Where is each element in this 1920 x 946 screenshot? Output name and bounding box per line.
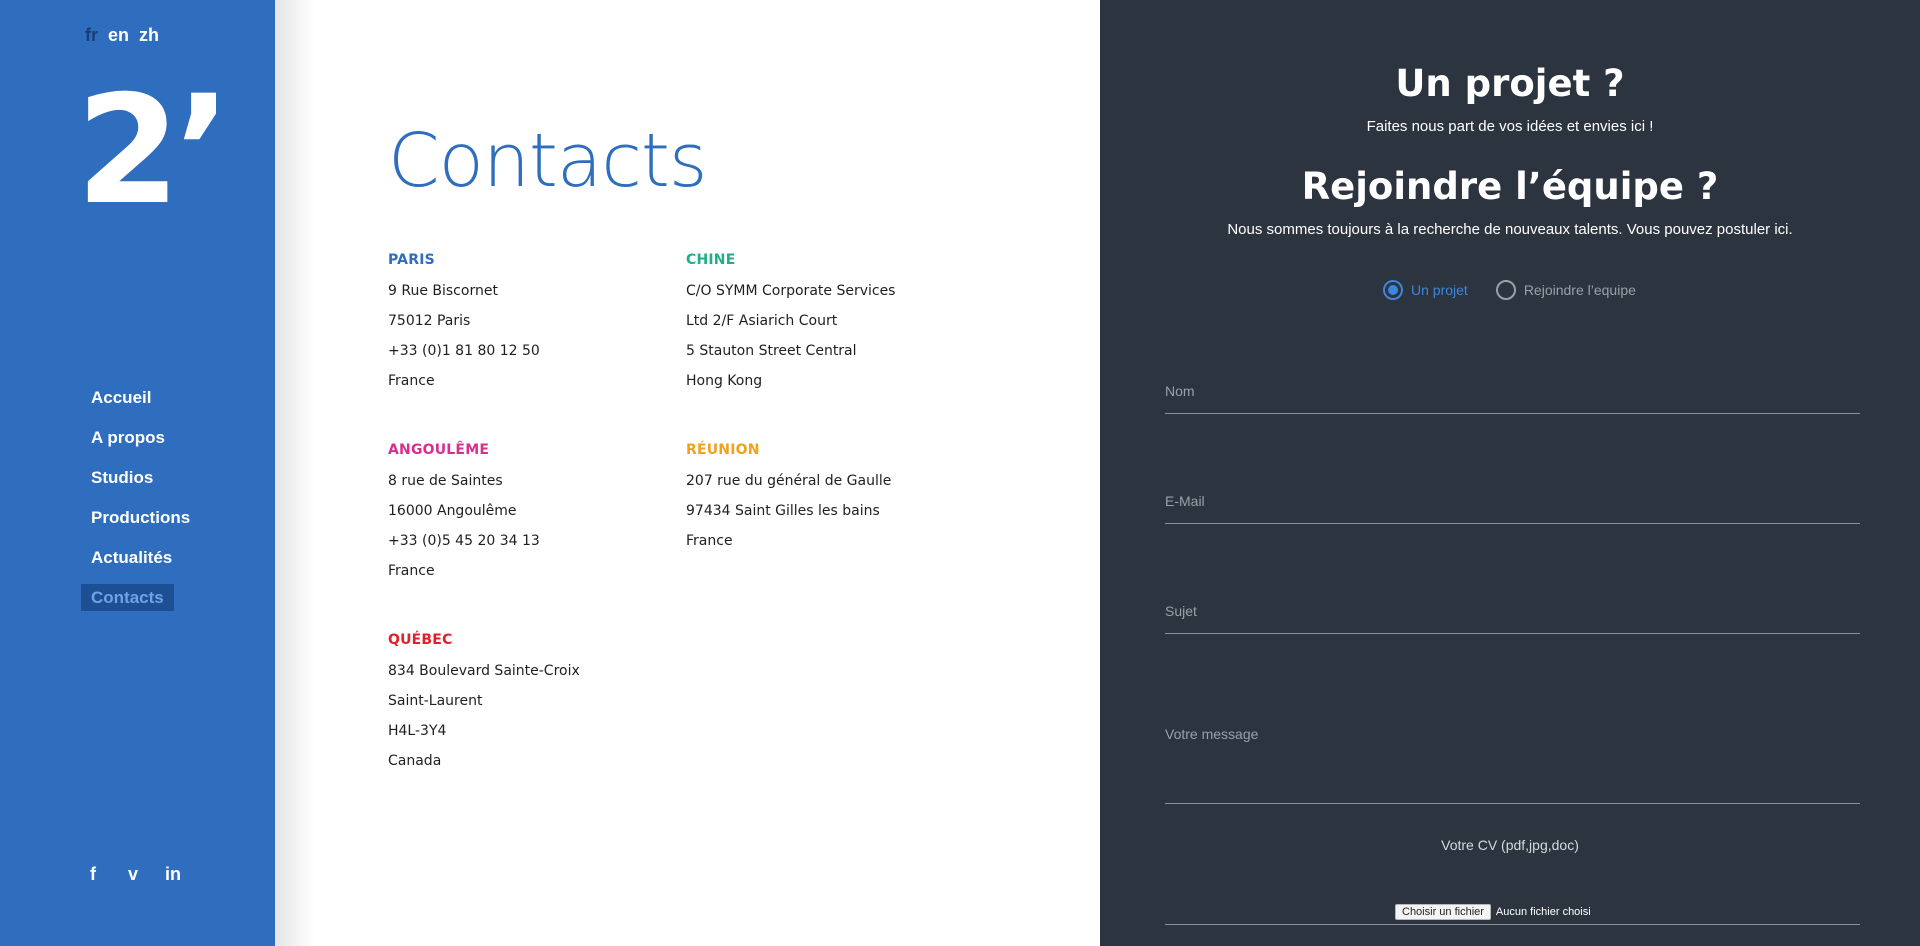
message-field[interactable]: Votre message <box>1165 720 1860 804</box>
nav-studios[interactable]: Studios <box>81 464 163 491</box>
sidebar: fr en zh 2’ Accueil A propos Studios Pro… <box>0 0 275 946</box>
social-links: f v in <box>84 864 182 885</box>
office-line: Ltd 2/F Asiarich Court <box>686 313 838 329</box>
office-line: +33 (0)1 81 80 12 50 <box>388 343 540 359</box>
nav-contacts[interactable]: Contacts <box>81 584 174 611</box>
office-line: Hong Kong <box>686 373 763 389</box>
radio-checked-icon <box>1383 280 1403 300</box>
office-line: France <box>388 373 435 389</box>
office-line: 5 Stauton Street Central <box>686 343 857 359</box>
join-heading: Rejoindre l’équipe ? <box>1301 165 1719 208</box>
lang-en[interactable]: en <box>108 25 129 46</box>
main-nav: Accueil A propos Studios Productions Act… <box>81 384 200 624</box>
office-line: C/O SYMM Corporate Services <box>686 283 896 299</box>
office-reunion: RÉUNION 207 rue du général de Gaulle 974… <box>686 442 986 556</box>
logo-two: 2’ <box>76 82 216 212</box>
office-line: 16000 Angoulême <box>388 503 517 519</box>
file-underline <box>1165 924 1860 925</box>
name-field[interactable]: Nom <box>1165 375 1860 414</box>
office-line: 834 Boulevard Sainte-Croix <box>388 663 580 679</box>
project-heading: Un projet ? <box>1395 62 1625 105</box>
office-line: France <box>388 563 435 579</box>
facebook-icon[interactable]: f <box>84 864 102 885</box>
office-quebec: QUÉBEC 834 Boulevard Sainte-Croix Saint-… <box>388 632 648 776</box>
office-angouleme: ANGOULÊME 8 rue de Saintes 16000 Angoulê… <box>388 442 648 586</box>
office-line: 207 rue du général de Gaulle <box>686 473 892 489</box>
subject-label: Sujet <box>1165 603 1197 619</box>
radio-unchecked-icon <box>1495 280 1516 300</box>
email-field[interactable]: E-Mail <box>1165 485 1860 524</box>
office-line: France <box>686 533 733 549</box>
office-line: H4L-3Y4 <box>388 723 447 739</box>
office-line: 9 Rue Biscornet <box>388 283 498 299</box>
radio-project[interactable]: Un projet <box>1383 280 1468 300</box>
subject-field[interactable]: Sujet <box>1165 595 1860 634</box>
page-title: Contacts <box>388 118 707 204</box>
nav-a-propos[interactable]: A propos <box>81 424 175 451</box>
office-line: 8 rue de Saintes <box>388 473 503 489</box>
office-line: Canada <box>388 753 442 769</box>
logo[interactable]: 2’ <box>76 82 216 212</box>
office-name: RÉUNION <box>686 442 760 458</box>
language-switcher: fr en zh <box>85 25 159 46</box>
cv-file-input: Choisir un fichier Aucun fichier choisi <box>1395 904 1591 920</box>
office-name: QUÉBEC <box>388 632 453 648</box>
name-label: Nom <box>1165 383 1195 399</box>
cv-label: Votre CV (pdf,jpg,doc) <box>1441 837 1579 853</box>
office-name: ANGOULÊME <box>388 442 490 458</box>
office-line: +33 (0)5 45 20 34 13 <box>388 533 540 549</box>
office-name: PARIS <box>388 252 435 268</box>
office-line: 97434 Saint Gilles les bains <box>686 503 880 519</box>
email-label: E-Mail <box>1165 493 1205 509</box>
nav-accueil[interactable]: Accueil <box>81 384 161 411</box>
vimeo-icon[interactable]: v <box>124 864 142 885</box>
nav-productions[interactable]: Productions <box>81 504 200 531</box>
file-status: Aucun fichier choisi <box>1495 906 1591 918</box>
lang-zh[interactable]: zh <box>139 25 159 46</box>
form-type-radios: Un projet Rejoindre l’equipe <box>1383 280 1636 300</box>
radio-project-label: Un projet <box>1411 282 1468 298</box>
project-subtitle: Faites nous part de vos idées et envies … <box>1366 118 1654 135</box>
office-chine: CHINE C/O SYMM Corporate Services Ltd 2/… <box>686 252 986 396</box>
radio-join-team[interactable]: Rejoindre l’equipe <box>1495 280 1636 300</box>
office-line: Saint-Laurent <box>388 693 483 709</box>
radio-join-team-label: Rejoindre l’equipe <box>1523 282 1636 298</box>
office-paris: PARIS 9 Rue Biscornet 75012 Paris +33 (0… <box>388 252 648 396</box>
office-name: CHINE <box>686 252 736 268</box>
choose-file-button[interactable]: Choisir un fichier <box>1395 904 1491 920</box>
office-line: 75012 Paris <box>388 313 471 329</box>
message-label: Votre message <box>1165 726 1259 742</box>
contact-form-panel: Un projet ? Faites nous part de vos idée… <box>1100 0 1920 946</box>
nav-actualites[interactable]: Actualités <box>81 544 182 571</box>
linkedin-icon[interactable]: in <box>164 864 182 885</box>
lang-fr[interactable]: fr <box>85 25 98 46</box>
contacts-section: Contacts PARIS 9 Rue Biscornet 75012 Par… <box>275 0 1100 946</box>
join-subtitle: Nous sommes toujours à la recherche de n… <box>1227 221 1793 238</box>
